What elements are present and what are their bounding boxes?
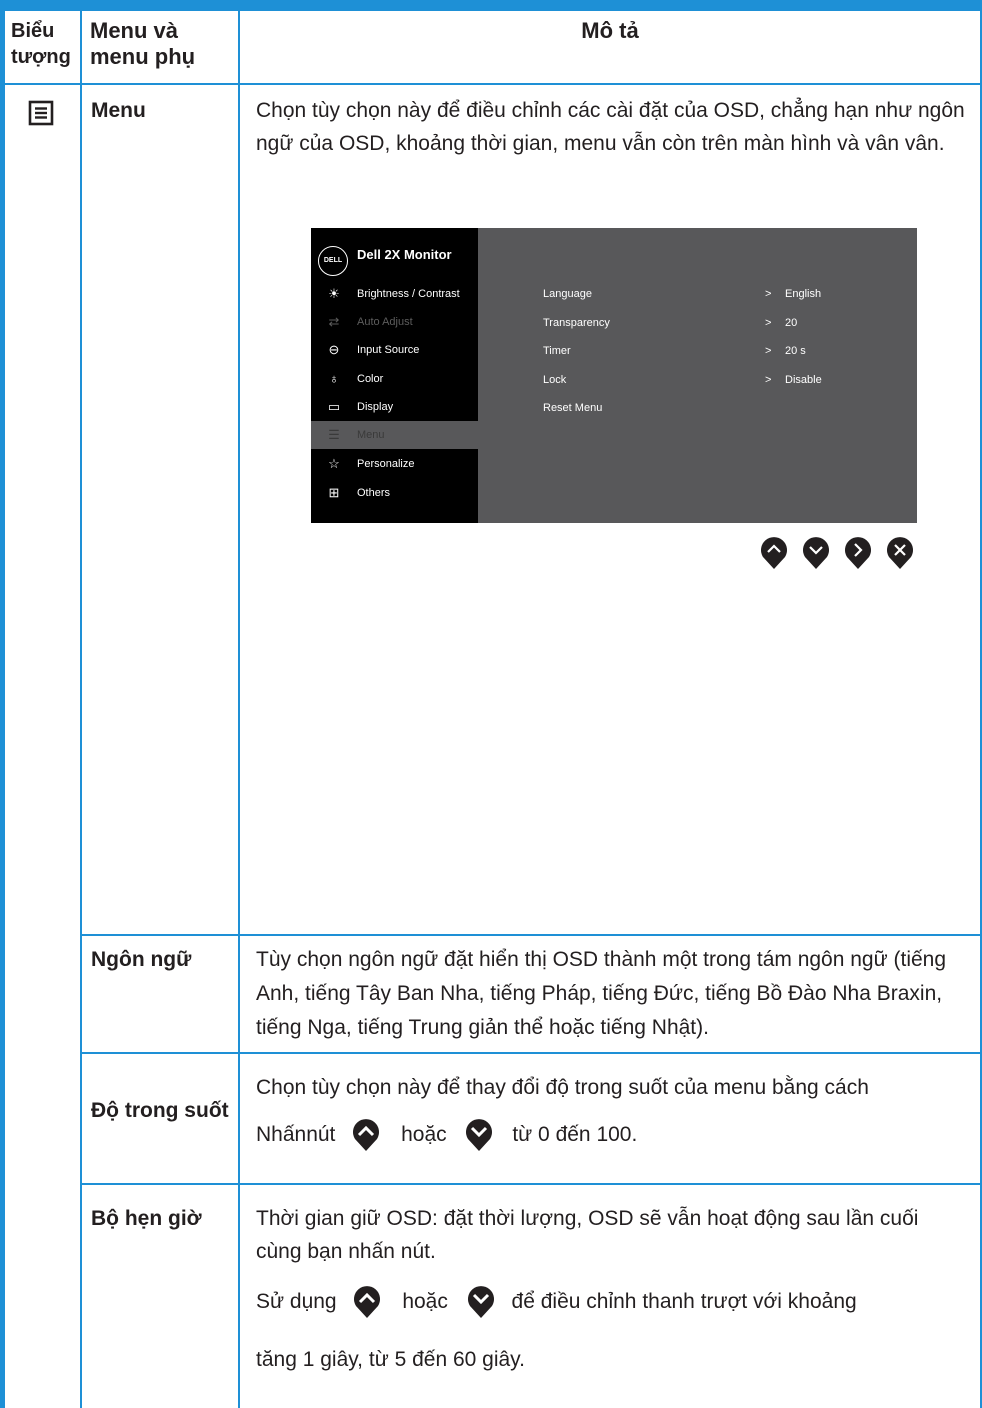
osd-value-language: English	[785, 288, 822, 300]
language-row-name: Ngôn ngữ	[91, 948, 192, 971]
others-icon: ⊞	[328, 485, 340, 500]
timer-row-line1: Thời gian giữ OSD: đặt thời lượng, OSD s…	[256, 1207, 919, 1263]
brightness-icon: ☀	[328, 286, 340, 301]
osd-setting-language[interactable]: Language	[543, 287, 592, 301]
osd-item-color[interactable]: ♁ Color	[311, 365, 478, 393]
osd-title: Dell 2X Monitor	[357, 247, 452, 262]
transparency-row-line1: Chọn tùy chọn này để thay đổi độ trong s…	[256, 1076, 869, 1099]
dell-logo: DELL	[318, 246, 348, 276]
down-arrow-icon[interactable]	[801, 536, 831, 570]
osd-sidebar: DELL Dell 2X Monitor ☀ Brightness / Cont…	[311, 228, 478, 523]
star-icon: ☆	[328, 456, 340, 471]
osd-item-display[interactable]: ▭ Display	[311, 393, 478, 421]
press-text: Nhấnnút	[256, 1123, 336, 1146]
header-divider	[0, 83, 982, 85]
color-icon: ♁	[329, 371, 339, 386]
range-text: từ 0 đến 100.	[512, 1123, 638, 1146]
display-icon: ▭	[327, 399, 341, 414]
osd-item-label: Display	[357, 401, 394, 413]
transparency-row-name: Độ trong suốt	[91, 1099, 229, 1122]
up-arrow-icon	[353, 1119, 380, 1152]
osd-item-brightness[interactable]: ☀ Brightness / Contrast	[311, 280, 478, 308]
close-icon[interactable]	[885, 536, 915, 570]
input-source-icon: ⊖	[328, 342, 340, 357]
row-divider-language	[80, 1052, 982, 1054]
osd-item-label: Personalize	[357, 458, 415, 470]
osd-item-personalize[interactable]: ☆ Personalize	[311, 450, 478, 478]
up-arrow-icon	[354, 1286, 381, 1319]
header-description-col: Mô tả	[581, 18, 639, 43]
osd-chevron: >	[765, 288, 772, 300]
menu-list-icon	[28, 100, 54, 126]
osd-value-transparency: 20	[785, 317, 798, 329]
row-divider-transparency	[80, 1183, 982, 1185]
osd-window: DELL Dell 2X Monitor ☀ Brightness / Cont…	[311, 228, 917, 523]
osd-chevron: >	[765, 345, 772, 357]
osd-item-others[interactable]: ⊞ Others	[311, 479, 478, 507]
osd-setting-transparency[interactable]: Transparency	[543, 316, 610, 330]
menu-row-name: Menu	[91, 99, 146, 122]
menu-icon: ☰	[328, 427, 340, 442]
osd-value-lock: Disable	[785, 374, 822, 386]
language-row-description: Tùy chọn ngôn ngữ đặt hiển thị OSD thành…	[256, 948, 947, 1039]
down-arrow-icon	[466, 1119, 493, 1152]
transparency-row-line2: Nhấnnút hoặc từ 0 đến 100.	[256, 1118, 974, 1152]
osd-chevron: >	[765, 317, 772, 329]
up-arrow-icon[interactable]	[759, 536, 789, 570]
osd-item-label: Color	[357, 373, 384, 385]
osd-value-timer: 20 s	[785, 345, 806, 357]
or-text: hoặc	[402, 1290, 448, 1313]
or-text: hoặc	[401, 1123, 447, 1146]
adjust-text: để điều chỉnh thanh trượt với khoảng	[511, 1290, 857, 1313]
use-text: Sử dụng	[256, 1290, 337, 1313]
osd-item-label: Auto Adjust	[357, 316, 413, 328]
menu-row-description: Chọn tùy chọn này để điều chỉnh các cài …	[256, 99, 965, 155]
header-icon-col: Biểu tượng	[11, 20, 71, 68]
osd-item-label: Brightness / Contrast	[357, 288, 460, 300]
osd-item-label: Others	[357, 487, 391, 499]
osd-setting-timer[interactable]: Timer	[543, 344, 571, 358]
right-arrow-icon[interactable]	[843, 536, 873, 570]
timer-row-step: tăng 1 giây, từ 5 đến 60 giây.	[256, 1348, 525, 1371]
down-arrow-icon	[467, 1286, 494, 1319]
column-divider-1	[80, 11, 82, 1408]
timer-row-name: Bộ hẹn giờ	[91, 1207, 202, 1230]
row-divider-menu	[80, 934, 982, 936]
osd-item-menu[interactable]: ☰ Menu	[311, 421, 478, 449]
osd-setting-lock[interactable]: Lock	[543, 373, 566, 387]
auto-adjust-icon: ⇄	[328, 314, 340, 329]
osd-item-input-source[interactable]: ⊖ Input Source	[311, 336, 478, 364]
osd-setting-reset-menu[interactable]: Reset Menu	[543, 401, 602, 415]
osd-chevron: >	[765, 374, 772, 386]
table-top-border	[0, 0, 982, 11]
osd-item-label: Menu	[357, 429, 385, 441]
osd-item-auto-adjust[interactable]: ⇄ Auto Adjust	[311, 308, 478, 336]
column-divider-2	[238, 11, 240, 1408]
header-menu-col: Menu và menu phụ	[90, 18, 196, 69]
osd-item-label: Input Source	[357, 344, 420, 356]
table-left-border	[0, 11, 5, 1408]
timer-row-line2: Sử dụng hoặc để điều chỉnh thanh trượt v…	[256, 1285, 974, 1319]
